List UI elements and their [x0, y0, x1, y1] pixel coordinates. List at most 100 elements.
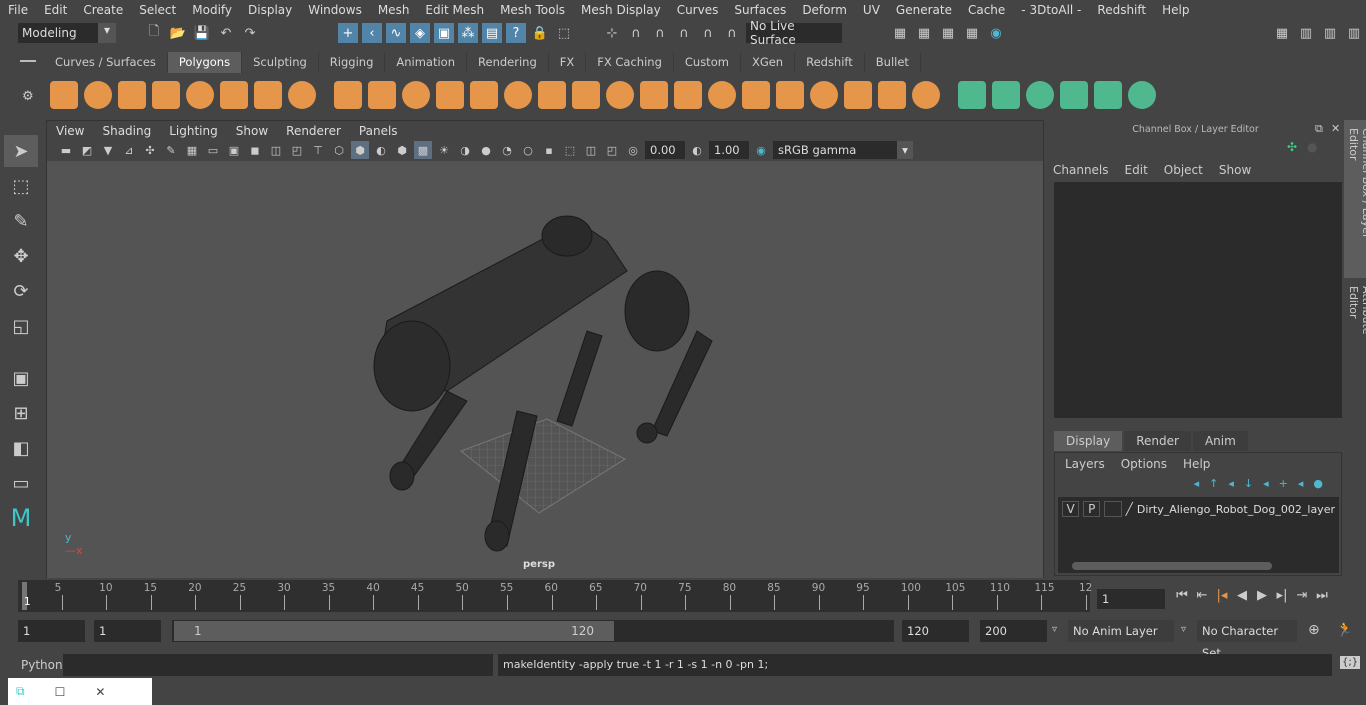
range-slider-track[interactable]: 1 120 [172, 620, 894, 642]
shelf-tool-icon[interactable] [742, 81, 770, 109]
command-language-toggle[interactable]: Python [21, 658, 63, 672]
select-face-icon[interactable]: ▣ [434, 23, 454, 43]
textures-icon[interactable]: ⬢ [393, 141, 411, 159]
film-gate-icon[interactable]: ▭ [204, 141, 222, 159]
tab-curves-surfaces[interactable]: Curves / Surfaces [44, 52, 168, 73]
layout-icon-3[interactable]: ▥ [1344, 23, 1364, 43]
shelf-tool-icon[interactable] [1026, 81, 1054, 109]
gamma-icon[interactable]: ◐ [688, 141, 706, 159]
shelf-tool-icon[interactable] [220, 81, 248, 109]
shelf-tool-icon[interactable] [992, 81, 1020, 109]
tab-animation[interactable]: Animation [385, 52, 468, 73]
tab-custom[interactable]: Custom [674, 52, 741, 73]
shelf-tool-icon[interactable] [50, 81, 78, 109]
tab-rigging[interactable]: Rigging [319, 52, 386, 73]
undo-icon[interactable]: ↶ [216, 23, 236, 43]
step-back-frame-icon[interactable]: |◂ [1212, 588, 1232, 603]
render-sequence-icon[interactable]: ▦ [914, 23, 934, 43]
new-scene-icon[interactable]: 🗋 [144, 23, 164, 43]
menu-uv[interactable]: UV [855, 3, 888, 17]
menu-edit[interactable]: Edit [36, 3, 75, 17]
aa-icon[interactable]: ◔ [498, 141, 516, 159]
shelf-tool-icon[interactable] [572, 81, 600, 109]
shelf-tool-icon[interactable] [958, 81, 986, 109]
tab-channel-box[interactable]: Channel Box / Layer Editor [1344, 120, 1366, 278]
menu--3dtoall-[interactable]: - 3DtoAll - [1013, 3, 1089, 17]
menu-deform[interactable]: Deform [794, 3, 855, 17]
restore-window-icon[interactable]: ☐ [55, 685, 66, 699]
shelf-tool-icon[interactable] [538, 81, 566, 109]
shelf-tool-icon[interactable] [844, 81, 872, 109]
snap-live-icon[interactable]: ∩ [722, 23, 742, 43]
workspace-dropdown[interactable]: Modeling ▾ [18, 23, 116, 43]
live-surface-field[interactable]: No Live Surface [746, 19, 842, 47]
wireframe-icon[interactable]: ⬡ [330, 141, 348, 159]
shelf-tool-icon[interactable] [1094, 81, 1122, 109]
color-management-icon[interactable]: ◉ [752, 141, 770, 159]
select-vertex-icon[interactable]: ◈ [410, 23, 430, 43]
scale-tool-icon[interactable]: ◱ [4, 310, 38, 342]
select-by-component-icon[interactable]: ∿ [386, 23, 406, 43]
shelf-tool-icon[interactable] [254, 81, 282, 109]
save-scene-icon[interactable]: 💾 [192, 23, 212, 43]
go-to-end-icon[interactable]: ⏭ [1312, 588, 1332, 603]
isolate-icon[interactable]: ▪ [540, 141, 558, 159]
shelf-tool-icon[interactable] [674, 81, 702, 109]
camera-attr-icon[interactable]: ◩ [78, 141, 96, 159]
redo-icon[interactable]: ↷ [240, 23, 260, 43]
menu-display[interactable]: Display [240, 3, 300, 17]
resolution-gate-icon[interactable]: ▣ [225, 141, 243, 159]
layer-menu-options[interactable]: Options [1121, 457, 1167, 471]
shelf-tool-icon[interactable] [436, 81, 464, 109]
exposure-field[interactable]: 0.00 [645, 141, 685, 159]
xray-active-icon[interactable]: ◰ [603, 141, 621, 159]
shade-wire-icon[interactable]: ◐ [372, 141, 390, 159]
menu-curves[interactable]: Curves [669, 3, 727, 17]
channel-menu-object[interactable]: Object [1164, 163, 1203, 177]
channel-menu-edit[interactable]: Edit [1125, 163, 1148, 177]
float-panel-icon[interactable]: ⧉ [1315, 122, 1323, 136]
layer-row[interactable]: V P ╱ Dirty_Aliengo_Robot_Dog_002_layer [1058, 497, 1339, 521]
menu-generate[interactable]: Generate [888, 3, 960, 17]
workspace-icon[interactable]: ▦ [1272, 23, 1292, 43]
snap-surface-icon[interactable]: ∩ [698, 23, 718, 43]
tab-anim[interactable]: Anim [1192, 431, 1248, 451]
shelf-tool-icon[interactable] [368, 81, 396, 109]
snap-grid-icon[interactable]: ⊹ [602, 23, 622, 43]
safe-action-icon[interactable]: ◰ [288, 141, 306, 159]
camera-icon[interactable]: ▬ [57, 141, 75, 159]
tab-sculpting[interactable]: Sculpting [242, 52, 319, 73]
tab-redshift[interactable]: Redshift [795, 52, 865, 73]
layout-four-icon[interactable]: ⊞ [4, 397, 38, 429]
scene-start-field[interactable]: 1 [18, 620, 85, 642]
character-set-dropdown[interactable]: No Character Set [1197, 620, 1297, 660]
shelf-tool-icon[interactable] [810, 81, 838, 109]
robot-dog-model[interactable] [47, 161, 1043, 578]
visibility-toggle[interactable]: V [1062, 501, 1080, 517]
tab-xgen[interactable]: XGen [741, 52, 796, 73]
select-render-icon[interactable]: ▤ [482, 23, 502, 43]
shelf-tool-icon[interactable] [708, 81, 736, 109]
shelf-tool-icon[interactable] [84, 81, 112, 109]
layer-color-icon[interactable]: ╱ [1126, 502, 1133, 516]
tab-fx[interactable]: FX [549, 52, 587, 73]
render-settings-icon[interactable]: ▦ [962, 23, 982, 43]
tab-polygons[interactable]: Polygons [167, 52, 243, 73]
tab-render[interactable]: Render [1124, 431, 1191, 451]
tab-display[interactable]: Display [1054, 431, 1123, 451]
image-plane-icon[interactable]: ⊿ [120, 141, 138, 159]
play-forward-icon[interactable]: ▶ [1252, 588, 1272, 603]
time-slider[interactable]: 1 5 10 15 20 25 30 35 40 45 50 55 60 65 70 75 80 85 90 95 1… [18, 580, 1092, 612]
layout-icon[interactable]: ▥ [1296, 23, 1316, 43]
snap-point-icon[interactable]: ∩ [650, 23, 670, 43]
layer-menu-help[interactable]: Help [1183, 457, 1210, 471]
xray-joints-icon[interactable]: ◫ [582, 141, 600, 159]
snap-curve-icon[interactable]: ∩ [626, 23, 646, 43]
lights-icon[interactable]: ▩ [414, 141, 432, 159]
menu-mesh-tools[interactable]: Mesh Tools [492, 3, 573, 17]
scene-end-field[interactable]: 200 [980, 620, 1047, 642]
shelf-tool-icon[interactable] [186, 81, 214, 109]
tab-rendering[interactable]: Rendering [467, 52, 549, 73]
dof-icon[interactable]: ○ [519, 141, 537, 159]
manipulator-icon[interactable]: ✣ [1287, 140, 1297, 154]
